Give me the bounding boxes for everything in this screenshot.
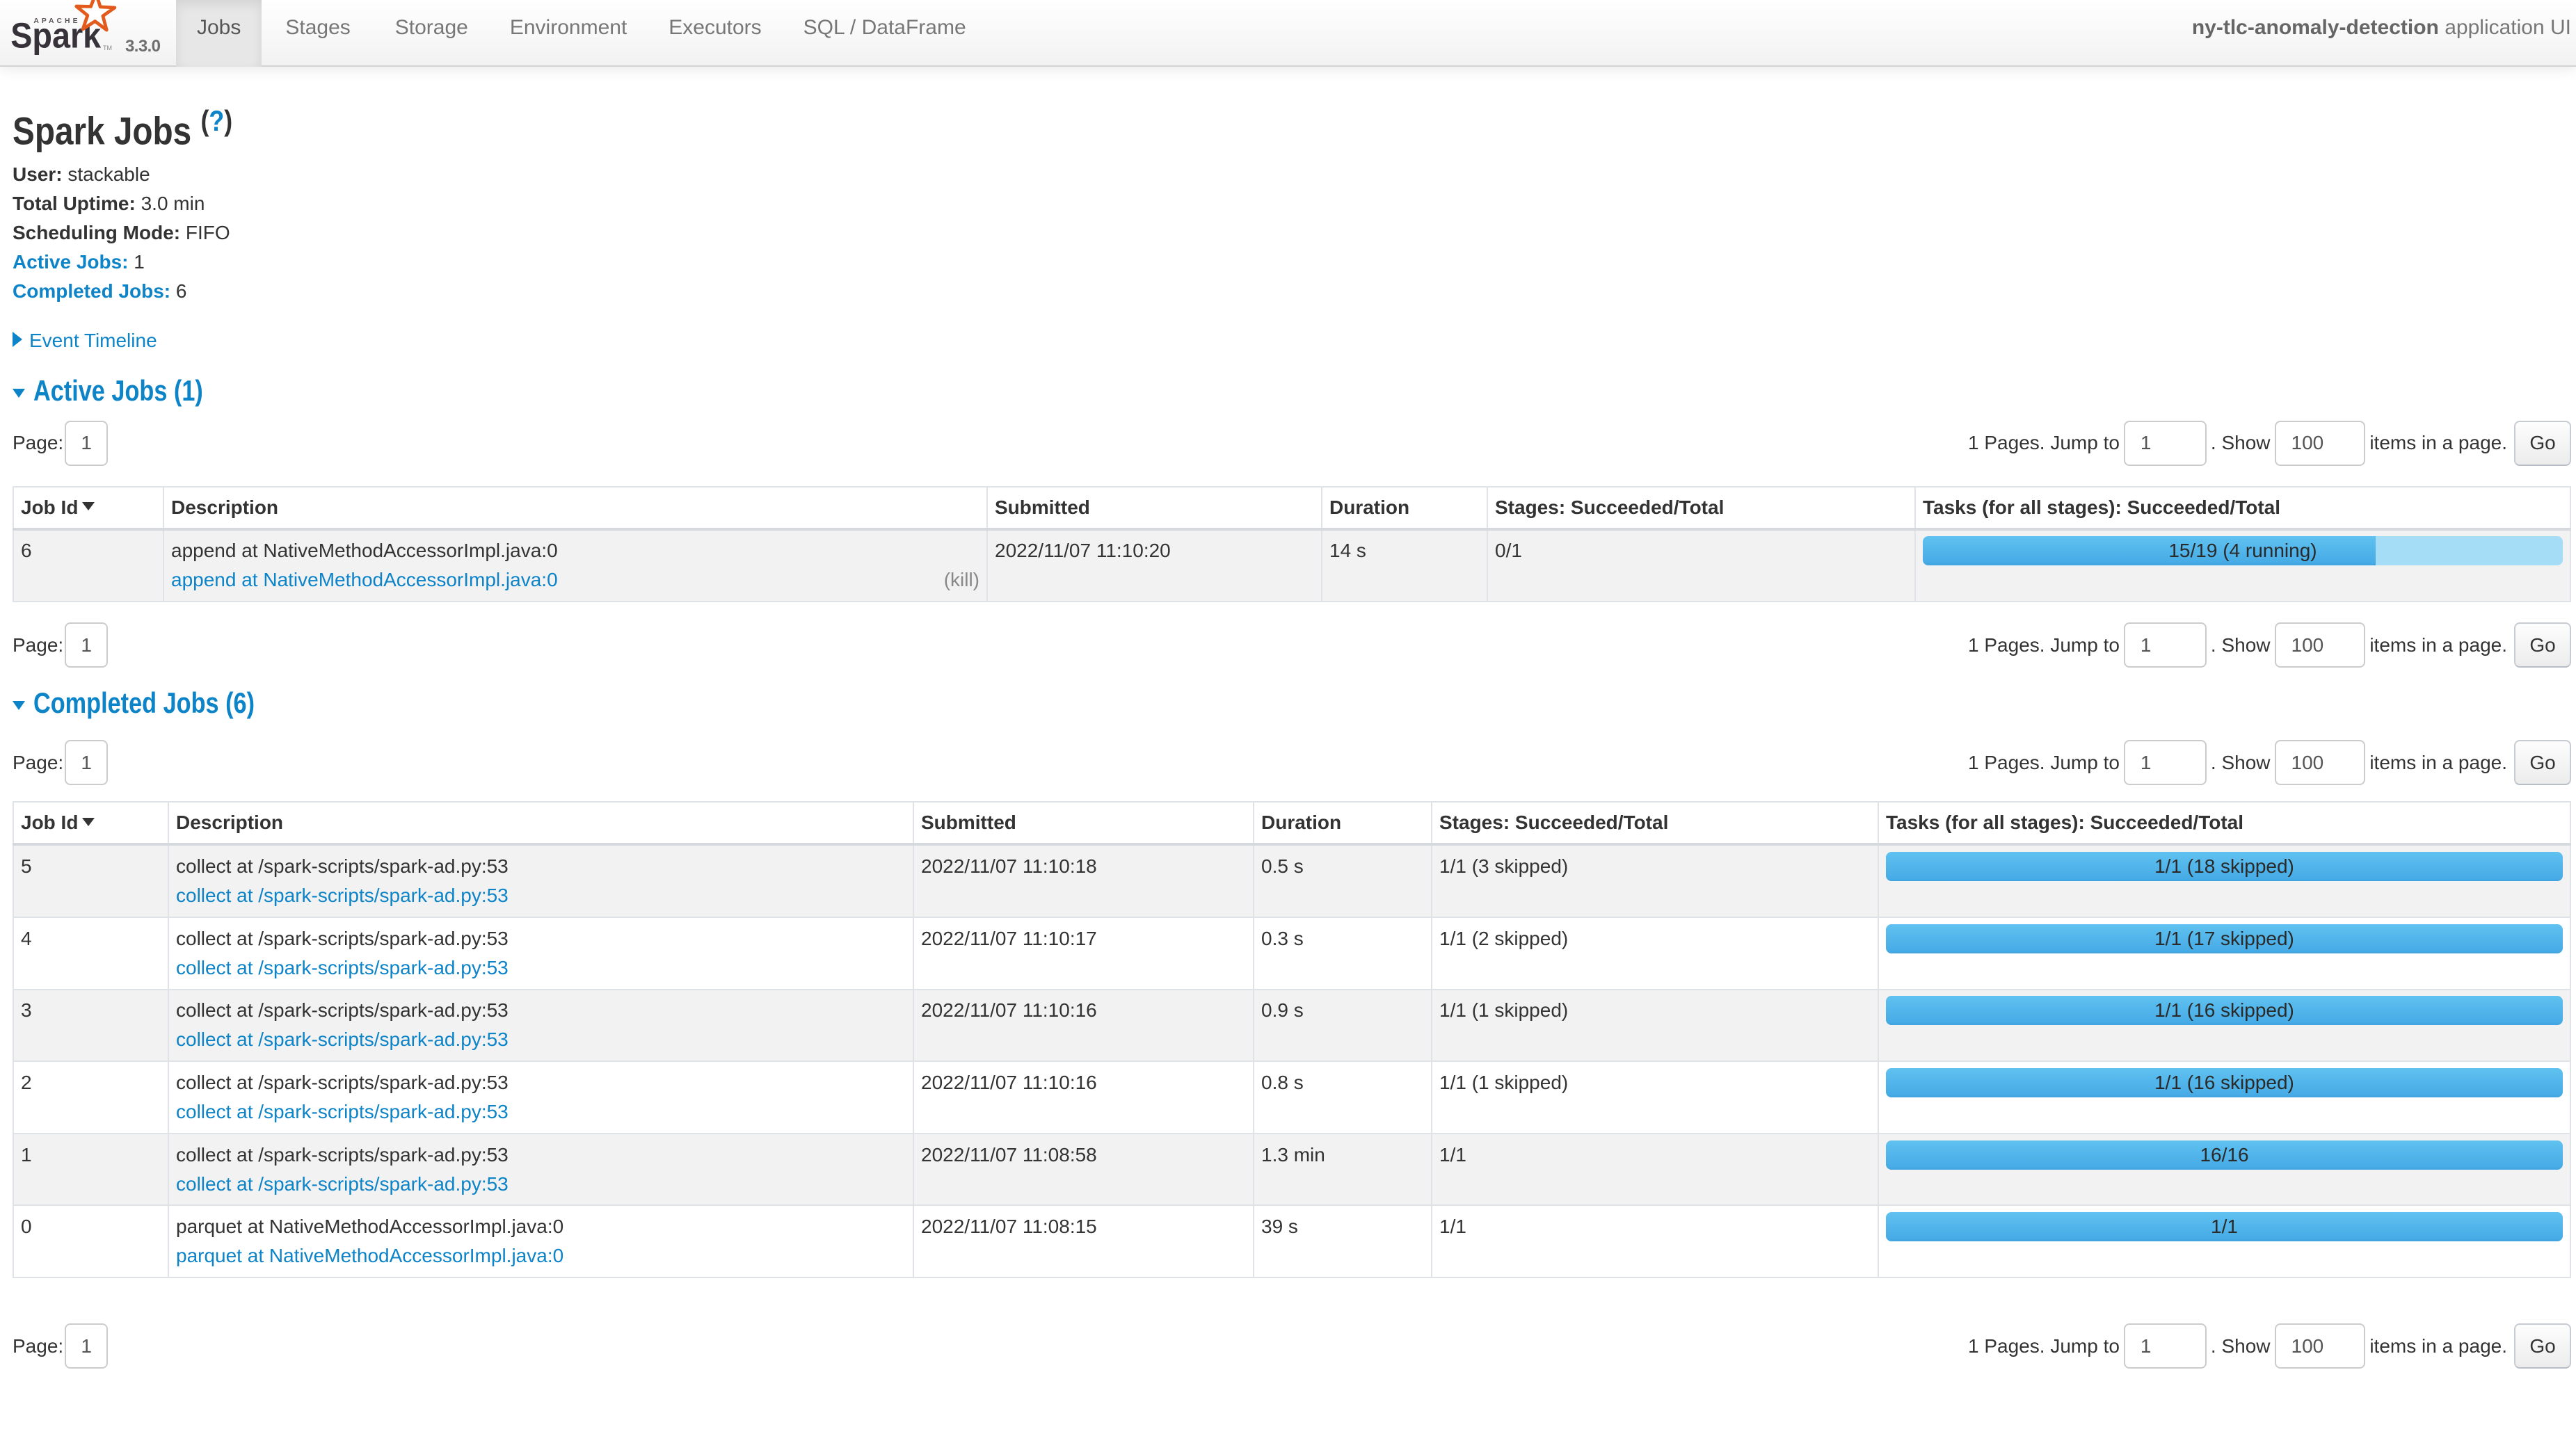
svg-text:TM: TM — [103, 45, 112, 51]
svg-text:APACHE: APACHE — [33, 17, 80, 25]
